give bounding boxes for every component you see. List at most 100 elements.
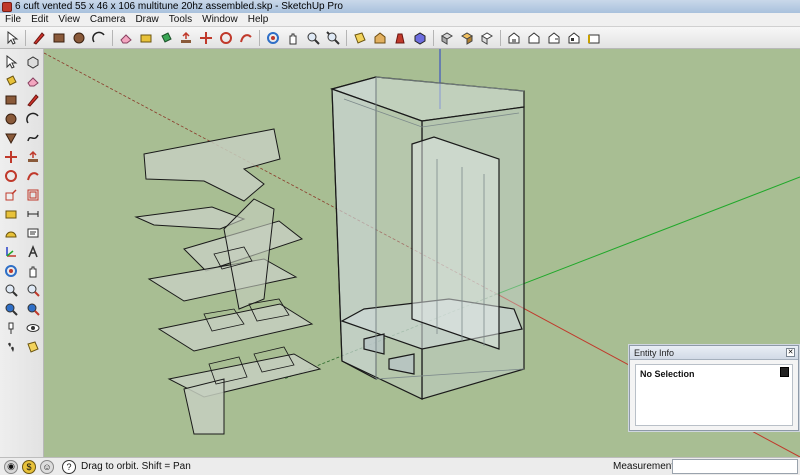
circle-icon[interactable] [70,29,88,47]
paint-bucket-icon[interactable] [1,71,21,90]
section-plane-icon[interactable] [23,337,43,356]
main-toolbar [0,27,800,49]
toolbar-divider [500,29,501,46]
title-bar: 6 cuft vented 55 x 46 x 106 multitune 20… [0,0,800,13]
entity-details-icon[interactable] [780,367,789,377]
green-axis [496,176,800,295]
help-icon[interactable]: ? [62,459,76,474]
arc-icon[interactable] [23,109,43,128]
circle-icon[interactable] [1,109,21,128]
menu-bar: File Edit View Camera Draw Tools Window … [0,13,800,27]
paint-bucket-icon[interactable] [157,29,175,47]
menu-edit[interactable]: Edit [26,14,53,25]
tape-measure-icon[interactable] [137,29,155,47]
bracing-structure [134,128,322,435]
offset-icon[interactable] [23,185,43,204]
eraser-icon[interactable] [23,71,43,90]
arc-icon[interactable] [90,29,108,47]
push-pull-icon[interactable] [23,147,43,166]
zoom-extents-icon[interactable] [1,299,21,318]
brace-leg [183,378,225,435]
toolbar-divider [346,29,347,46]
orbit-icon[interactable] [1,261,21,280]
text-icon[interactable] [23,223,43,242]
zoom-window-icon[interactable] [23,280,43,299]
look-around-icon[interactable] [23,318,43,337]
entity-info-header: Entity Info ✕ [630,346,798,360]
rotate-icon[interactable] [217,29,235,47]
status-message: Drag to orbit. Shift = Pan [81,461,191,472]
menu-view[interactable]: View [53,14,85,25]
toolbar-divider [259,29,260,46]
push-pull-icon[interactable] [177,29,195,47]
back-view-icon[interactable] [565,29,583,47]
rectangle-icon[interactable] [1,90,21,109]
right-view-icon[interactable] [545,29,563,47]
zoom-icon[interactable] [304,29,322,47]
enclosure-port-panel [411,136,500,350]
top-view-icon[interactable] [505,29,523,47]
user-icon[interactable]: ☺ [40,459,54,474]
pan-icon[interactable] [23,261,43,280]
materials-icon[interactable] [438,29,456,47]
measurements-input[interactable] [672,459,798,474]
component-icon[interactable] [23,52,43,71]
status-bar: ◉ $ ☺ ? Drag to orbit. Shift = Pan Measu… [0,457,800,475]
measurements-label: Measurements [613,461,680,472]
axes-icon[interactable] [1,242,21,261]
move-icon[interactable] [1,147,21,166]
dimension-icon[interactable] [23,204,43,223]
move-icon[interactable] [197,29,215,47]
menu-tools[interactable]: Tools [164,14,197,25]
polygon-icon[interactable] [1,128,21,147]
front-view-icon[interactable] [525,29,543,47]
menu-camera[interactable]: Camera [85,14,131,25]
toolbar-divider [25,29,26,46]
follow-me-icon[interactable] [23,166,43,185]
enclosure-box [329,76,525,400]
eraser-icon[interactable] [117,29,135,47]
freehand-icon[interactable] [23,128,43,147]
walk-icon[interactable] [1,337,21,356]
large-tool-set [0,49,44,457]
entity-info-panel: Entity Info ✕ No Selection [629,345,799,431]
tape-measure-icon[interactable] [1,204,21,223]
selection-label: No Selection [640,369,695,379]
line-icon[interactable] [23,90,43,109]
extension-warehouse-icon[interactable] [391,29,409,47]
menu-help[interactable]: Help [243,14,274,25]
position-camera-icon[interactable] [1,318,21,337]
scale-icon[interactable] [1,185,21,204]
previous-view-icon[interactable] [23,299,43,318]
3d-text-icon[interactable] [23,242,43,261]
toolbar-divider [112,29,113,46]
pencil-icon[interactable] [30,29,48,47]
follow-me-icon[interactable] [237,29,255,47]
left-view-icon[interactable] [585,29,603,47]
menu-file[interactable]: File [0,14,26,25]
entity-info-title: Entity Info [634,347,675,358]
geo-location-icon[interactable]: ◉ [4,459,18,474]
menu-draw[interactable]: Draw [130,14,163,25]
pan-icon[interactable] [284,29,302,47]
orbit-icon[interactable] [264,29,282,47]
entity-info-body: No Selection [635,364,793,426]
section-plane-icon[interactable] [351,29,369,47]
credits-icon[interactable]: $ [22,459,36,474]
select-icon[interactable] [3,29,21,47]
zoom-extents-icon[interactable] [324,29,342,47]
3d-warehouse-icon[interactable] [371,29,389,47]
rectangle-icon[interactable] [50,29,68,47]
close-icon[interactable]: ✕ [786,348,795,357]
protractor-icon[interactable] [1,223,21,242]
styles-icon[interactable] [458,29,476,47]
rotate-icon[interactable] [1,166,21,185]
zoom-icon[interactable] [1,280,21,299]
iso-view-icon[interactable] [478,29,496,47]
sketchup-app-icon [2,1,12,12]
select-icon[interactable] [1,52,21,71]
components-icon[interactable] [411,29,429,47]
toolbar-divider [433,29,434,46]
menu-window[interactable]: Window [197,14,243,25]
top-brace-panel [143,128,281,202]
